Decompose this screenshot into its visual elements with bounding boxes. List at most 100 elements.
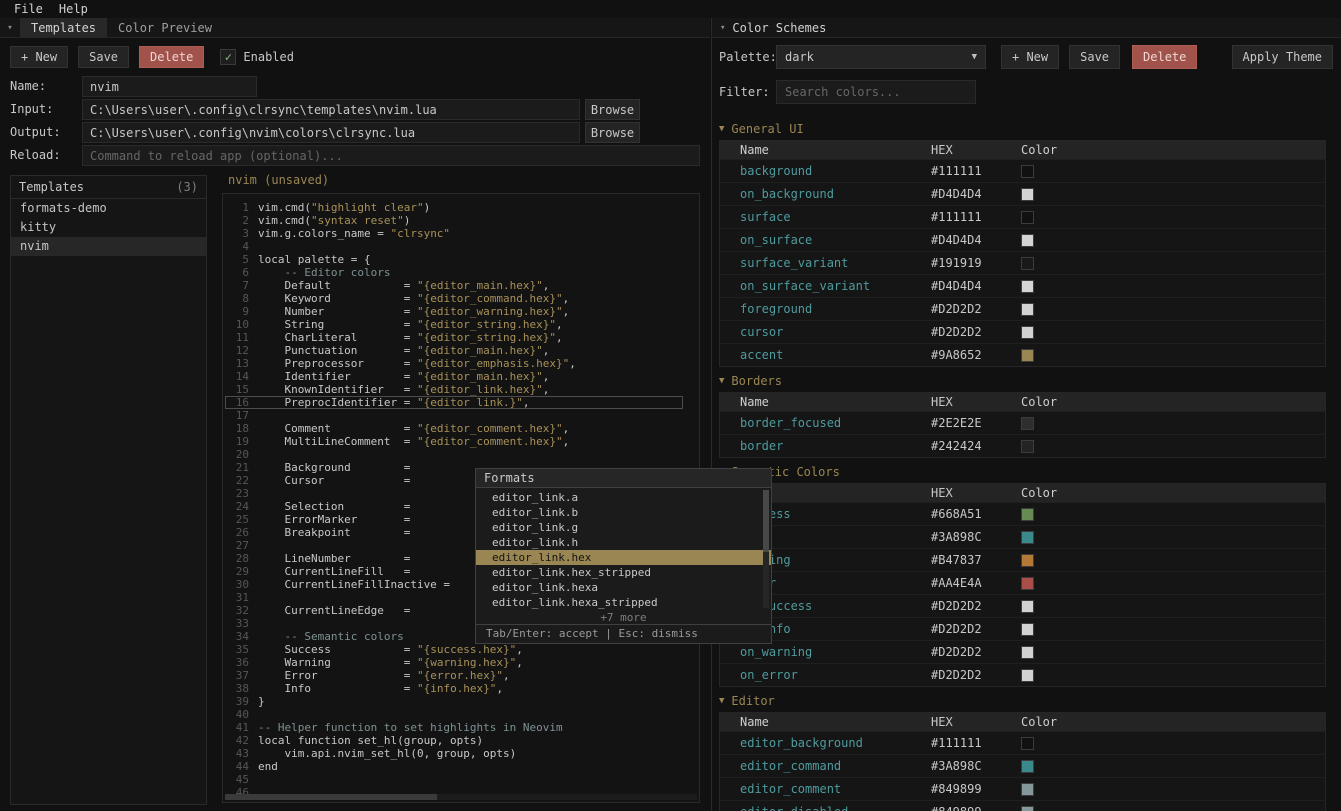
color-row-on-warning[interactable]: on_warning#D2D2D2 [720, 640, 1325, 663]
color-row-info[interactable]: info#3A898C [720, 525, 1325, 548]
color-row-accent[interactable]: accent#9A8652 [720, 343, 1325, 366]
section-header-semantic-colors[interactable]: ▼Semantic Colors [719, 464, 1326, 479]
code-line-9[interactable]: 9 Number = "{editor_warning.hex}", [225, 305, 683, 318]
output-browse-button[interactable]: Browse [585, 122, 640, 143]
save-palette-button[interactable]: Save [1069, 45, 1120, 69]
code-line-15[interactable]: 15 KnownIdentifier = "{editor_link.hex}"… [225, 383, 683, 396]
input-browse-button[interactable]: Browse [585, 99, 640, 120]
code-line-18[interactable]: 18 Comment = "{editor_comment.hex}", [225, 422, 683, 435]
code-line-36[interactable]: 36 Warning = "{warning.hex}", [225, 656, 683, 669]
template-item-nvim[interactable]: nvim [11, 237, 206, 256]
code-line-4[interactable]: 4 [225, 240, 683, 253]
code-line-10[interactable]: 10 String = "{editor_string.hex}", [225, 318, 683, 331]
input-path-field[interactable] [82, 99, 580, 120]
code-line-7[interactable]: 7 Default = "{editor_main.hex}", [225, 279, 683, 292]
code-line-5[interactable]: 5local palette = { [225, 253, 683, 266]
color-row-on-info[interactable]: on_info#D2D2D2 [720, 617, 1325, 640]
delete-template-button[interactable]: Delete [139, 46, 204, 68]
code-line-38[interactable]: 38 Info = "{info.hex}", [225, 682, 683, 695]
code-line-44[interactable]: 44end [225, 760, 683, 773]
reload-command-field[interactable] [82, 145, 700, 166]
enabled-checkbox[interactable]: ✓ [220, 49, 236, 65]
color-row-foreground[interactable]: foreground#D2D2D2 [720, 297, 1325, 320]
color-row-surface-variant[interactable]: surface_variant#191919 [720, 251, 1325, 274]
color-row-on-surface-variant[interactable]: on_surface_variant#D4D4D4 [720, 274, 1325, 297]
delete-palette-button[interactable]: Delete [1132, 45, 1197, 69]
code-line-19[interactable]: 19 MultiLineComment = "{editor_comment.h… [225, 435, 683, 448]
color-row-editor-disabled[interactable]: editor_disabled#849899 [720, 800, 1325, 811]
color-row-editor-command[interactable]: editor_command#3A898C [720, 754, 1325, 777]
color-row-background[interactable]: background#111111 [720, 159, 1325, 182]
code-line-16[interactable]: 16 PreprocIdentifier = "{editor_link.}", [225, 396, 683, 409]
menu-help[interactable]: Help [59, 2, 88, 16]
code-line-41[interactable]: 41-- Helper function to set highlights i… [225, 721, 683, 734]
code-line-35[interactable]: 35 Success = "{success.hex}", [225, 643, 683, 656]
code-line-1[interactable]: 1vim.cmd("highlight clear") [225, 201, 683, 214]
code-line-20[interactable]: 20 [225, 448, 683, 461]
new-palette-button[interactable]: + New [1001, 45, 1059, 69]
tab-templates[interactable]: Templates [20, 18, 107, 37]
autocomplete-more[interactable]: +7 more [476, 610, 771, 624]
templates-list-title: Templates [19, 180, 84, 194]
code-line-43[interactable]: 43 vim.api.nvim_set_hl(0, group, opts) [225, 747, 683, 760]
autocomplete-item-editor-link-hexa[interactable]: editor_link.hexa [476, 580, 771, 595]
color-row-warning[interactable]: warning#B47837 [720, 548, 1325, 571]
color-row-surface[interactable]: surface#111111 [720, 205, 1325, 228]
code-line-40[interactable]: 40 [225, 708, 683, 721]
apply-theme-button[interactable]: Apply Theme [1232, 45, 1333, 69]
color-swatch-cell [1021, 440, 1325, 453]
code-line-17[interactable]: 17 [225, 409, 683, 422]
autocomplete-item-editor-link-hexa-stripped[interactable]: editor_link.hexa_stripped [476, 595, 771, 610]
code-line-2[interactable]: 2vim.cmd("syntax reset") [225, 214, 683, 227]
color-row-border[interactable]: border#242424 [720, 434, 1325, 457]
autocomplete-item-editor-link-b[interactable]: editor_link.b [476, 505, 771, 520]
code-line-39[interactable]: 39} [225, 695, 683, 708]
color-row-editor-comment[interactable]: editor_comment#849899 [720, 777, 1325, 800]
panel-expander-icon[interactable]: ▾ [720, 23, 725, 33]
color-row-success[interactable]: success#668A51 [720, 502, 1325, 525]
code-line-37[interactable]: 37 Error = "{error.hex}", [225, 669, 683, 682]
tab-color-preview[interactable]: Color Preview [107, 18, 223, 37]
scrollbar-thumb[interactable] [763, 490, 769, 552]
code-line-45[interactable]: 45 [225, 773, 683, 786]
color-filter-input[interactable] [776, 80, 976, 104]
output-path-field[interactable] [82, 122, 580, 143]
code-line-3[interactable]: 3vim.g.colors_name = "clrsync" [225, 227, 683, 240]
template-item-formats-demo[interactable]: formats-demo [11, 199, 206, 218]
panel-expander-icon[interactable]: ▾ [0, 18, 20, 37]
autocomplete-item-editor-link-h[interactable]: editor_link.h [476, 535, 771, 550]
autocomplete-item-editor-link-hex-stripped[interactable]: editor_link.hex_stripped [476, 565, 771, 580]
code-line-13[interactable]: 13 Preprocessor = "{editor_emphasis.hex}… [225, 357, 683, 370]
code-line-6[interactable]: 6 -- Editor colors [225, 266, 683, 279]
autocomplete-item-editor-link-g[interactable]: editor_link.g [476, 520, 771, 535]
autocomplete-item-editor-link-a[interactable]: editor_link.a [476, 490, 771, 505]
palette-select[interactable]: dark ▼ [776, 45, 986, 69]
autocomplete-item-editor-link-hex[interactable]: editor_link.hex [476, 550, 771, 565]
menu-file[interactable]: File [14, 2, 43, 16]
new-template-button[interactable]: + New [10, 46, 68, 68]
code-line-11[interactable]: 11 CharLiteral = "{editor_string.hex}", [225, 331, 683, 344]
save-template-button[interactable]: Save [78, 46, 129, 68]
color-row-editor-background[interactable]: editor_background#111111 [720, 731, 1325, 754]
scrollbar-thumb[interactable] [225, 794, 437, 800]
color-name: on_surface [720, 233, 931, 247]
name-input[interactable] [82, 76, 257, 97]
code-line-14[interactable]: 14 Identifier = "{editor_main.hex}", [225, 370, 683, 383]
color-row-border-focused[interactable]: border_focused#2E2E2E [720, 411, 1325, 434]
section-header-general-ui[interactable]: ▼General UI [719, 121, 1326, 136]
color-row-on-surface[interactable]: on_surface#D4D4D4 [720, 228, 1325, 251]
code-line-8[interactable]: 8 Keyword = "{editor_command.hex}", [225, 292, 683, 305]
color-row-error[interactable]: error#AA4E4A [720, 571, 1325, 594]
section-header-borders[interactable]: ▼Borders [719, 373, 1326, 388]
code-line-42[interactable]: 42local function set_hl(group, opts) [225, 734, 683, 747]
filter-label: Filter: [719, 85, 776, 99]
autocomplete-scrollbar[interactable] [763, 490, 769, 608]
color-row-cursor[interactable]: cursor#D2D2D2 [720, 320, 1325, 343]
editor-horizontal-scrollbar[interactable] [225, 794, 697, 800]
section-header-editor[interactable]: ▼Editor [719, 693, 1326, 708]
color-row-on-background[interactable]: on_background#D4D4D4 [720, 182, 1325, 205]
color-row-on-error[interactable]: on_error#D2D2D2 [720, 663, 1325, 686]
code-line-12[interactable]: 12 Punctuation = "{editor_main.hex}", [225, 344, 683, 357]
template-item-kitty[interactable]: kitty [11, 218, 206, 237]
color-row-on-success[interactable]: on_success#D2D2D2 [720, 594, 1325, 617]
